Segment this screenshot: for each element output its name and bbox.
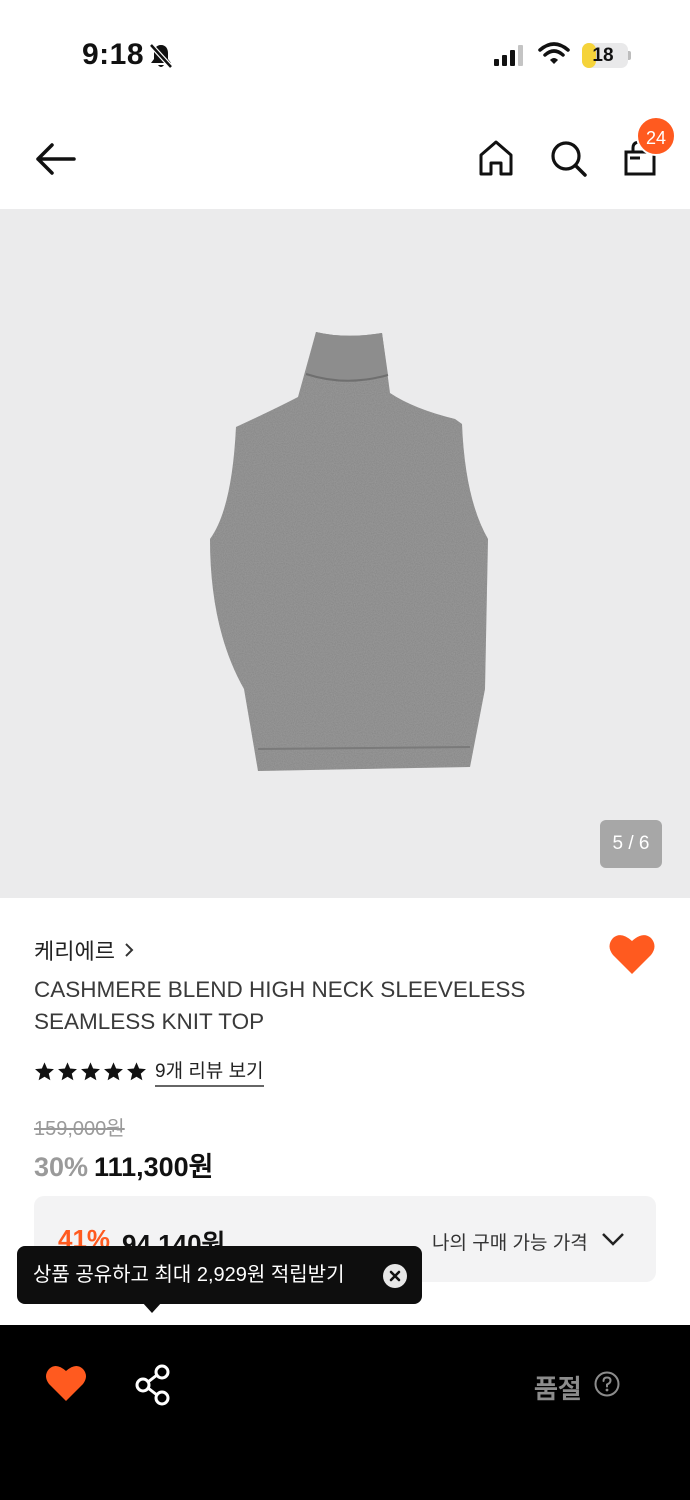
star-icon [127, 1061, 146, 1080]
status-bar: 9:18 18 [0, 0, 690, 110]
bottom-wishlist-button[interactable] [44, 1363, 88, 1403]
close-icon [389, 1270, 401, 1282]
bottom-action-bar: 품절 [0, 1325, 690, 1500]
my-price-label: 나의 구매 가능 가격 [432, 1233, 588, 1254]
star-icon [81, 1061, 100, 1080]
product-title: CASHMERE BLEND HIGH NECK SLEEVELESS SEAM… [34, 977, 526, 1034]
share-reward-tooltip: 상품 공유하고 최대 2,929원 적립받기 [17, 1246, 422, 1304]
heart-icon [609, 935, 655, 974]
review-link[interactable]: 9개 리뷰 보기 [155, 1056, 264, 1087]
back-button[interactable] [30, 138, 80, 180]
home-button[interactable] [474, 136, 518, 180]
star-icon [58, 1061, 77, 1080]
bell-off-icon [149, 43, 173, 69]
star-icon [104, 1061, 123, 1080]
heart-icon [46, 1365, 86, 1401]
price-row: 30% 111,300원 [34, 1145, 214, 1184]
status-time: 9:18 [82, 38, 145, 71]
share-button[interactable] [132, 1363, 176, 1407]
tooltip-close-button[interactable] [383, 1264, 407, 1288]
battery-level: 18 [592, 45, 614, 66]
home-icon [479, 140, 513, 176]
brand-name: 케리에르 [34, 939, 115, 964]
search-icon [551, 141, 587, 177]
battery-icon: 18 [582, 43, 628, 68]
sale-price: 111,300원 [94, 1152, 214, 1182]
tooltip-text: 상품 공유하고 최대 2,929원 적립받기 [33, 1264, 345, 1286]
rating-stars [34, 1061, 147, 1082]
knit-top-image [210, 332, 488, 771]
image-counter: 5 / 6 [600, 820, 662, 868]
battery-nub [628, 51, 631, 60]
chevron-down-icon [602, 1233, 624, 1246]
back-arrow-icon [36, 143, 76, 175]
search-button[interactable] [546, 136, 590, 180]
discount-rate: 30% [34, 1152, 89, 1182]
rating-row: 9개 리뷰 보기 [34, 1056, 264, 1087]
help-icon[interactable] [594, 1371, 620, 1397]
tooltip-arrow [142, 1302, 162, 1313]
soldout-label: 품절 [534, 1374, 582, 1404]
original-price: 159,000원 [34, 1118, 125, 1140]
share-icon [135, 1364, 170, 1406]
star-icon [35, 1061, 54, 1080]
brand-link[interactable]: 케리에르 [34, 935, 135, 965]
wishlist-button[interactable] [608, 932, 656, 976]
signal-icon [494, 45, 523, 66]
chevron-right-icon [125, 943, 134, 957]
top-navigation [0, 110, 690, 209]
cart-count-badge: 24 [636, 116, 676, 156]
wifi-icon [538, 42, 570, 64]
product-image[interactable] [0, 209, 690, 898]
